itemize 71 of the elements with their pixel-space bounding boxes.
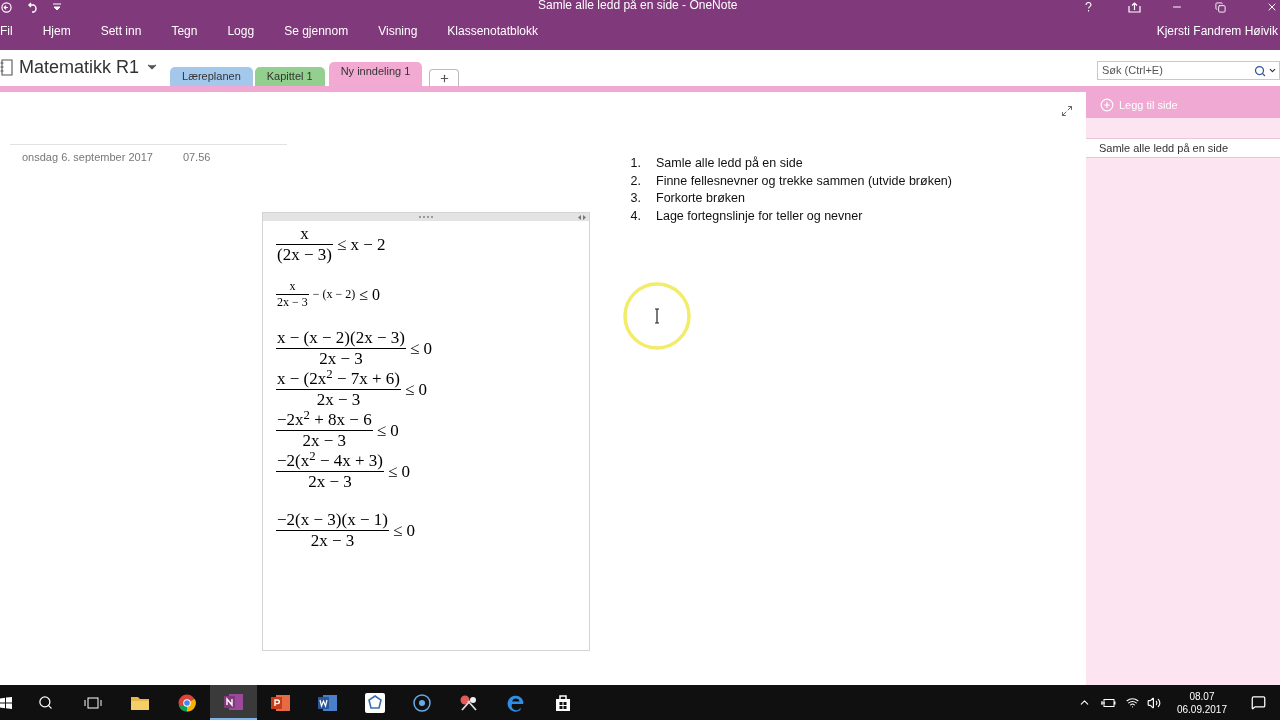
equation-denominator: 2x − 3 bbox=[309, 531, 356, 551]
equation-numerator: x bbox=[288, 279, 297, 294]
plus-icon bbox=[438, 72, 450, 84]
equation-denominator: 2x − 3 bbox=[318, 349, 364, 369]
equation-denominator: 2x − 3 bbox=[276, 295, 309, 310]
caret-icon[interactable] bbox=[1268, 66, 1277, 75]
ribbon-tab[interactable]: Tegn bbox=[171, 23, 198, 39]
share-icon[interactable] bbox=[1128, 1, 1141, 13]
equation-relation: ≤ x − 2 bbox=[336, 233, 386, 256]
ribbon-tab[interactable]: Klassenotatblokk bbox=[447, 23, 539, 39]
equation-relation: ≤ 0 bbox=[376, 419, 399, 442]
equation-numerator: x − (x − 2)(2x − 3) bbox=[276, 328, 406, 348]
equation-numerator: −2(x$^{2}$ − 4x + 3) bbox=[276, 451, 384, 471]
notebook-icon[interactable] bbox=[0, 58, 13, 76]
section-tab[interactable]: Kapittel 1 bbox=[254, 67, 325, 86]
list-item-text: Forkorte brøken bbox=[656, 190, 745, 207]
resize-arrows-icon[interactable] bbox=[578, 214, 586, 220]
equation-numerator: −2x$^{2}$ + 8x − 6 bbox=[276, 410, 373, 430]
equation-term: − (x − 2) bbox=[312, 287, 356, 302]
list-number: 1. bbox=[629, 155, 641, 172]
speaker-icon[interactable] bbox=[1146, 695, 1161, 710]
notebook-name[interactable]: Matematikk R1 bbox=[19, 53, 140, 81]
list-number: 2. bbox=[629, 172, 641, 190]
search-field[interactable]: Søk (Ctrl+E) bbox=[1097, 61, 1280, 80]
equation-numerator: x bbox=[299, 224, 310, 244]
restore-icon[interactable] bbox=[1215, 1, 1226, 13]
caret-icon[interactable] bbox=[53, 3, 61, 11]
notebook-app-icon[interactable] bbox=[210, 685, 257, 720]
add-icon bbox=[1100, 98, 1114, 112]
equation-relation: ≤ 0 bbox=[392, 519, 415, 542]
page-date: onsdag 6. september 2017 bbox=[22, 150, 153, 165]
equation-numerator: x − (2x$^{2}$ − 7x + 6) bbox=[276, 369, 401, 389]
equation-denominator: 2x − 3 bbox=[307, 472, 353, 492]
ribbon-tab[interactable]: Sett inn bbox=[100, 23, 142, 39]
drag-handle-icon[interactable] bbox=[419, 216, 433, 218]
notification-icon[interactable] bbox=[1251, 695, 1266, 710]
ribbon-tab[interactable]: Se gjennom bbox=[284, 23, 349, 39]
equation-relation: ≤ 0 bbox=[409, 337, 432, 360]
user-name[interactable]: Kjersti Fandrem Høivik bbox=[1156, 22, 1278, 40]
list-number: 3. bbox=[629, 190, 641, 207]
ribbon-tab[interactable]: Hjem bbox=[42, 23, 71, 39]
battery-plug-icon[interactable] bbox=[1100, 697, 1116, 708]
list-item-text: Samle alle ledd på en side bbox=[656, 155, 803, 172]
equation-relation: ≤ 0 bbox=[359, 284, 381, 305]
ribbon-tab[interactable]: Visning bbox=[378, 23, 418, 39]
ribbon-tab[interactable]: Logg bbox=[227, 23, 255, 39]
cursor-highlight-icon bbox=[623, 282, 691, 350]
equation-relation: ≤ 0 bbox=[404, 378, 428, 401]
search-icon[interactable] bbox=[1254, 64, 1266, 77]
section-tab[interactable]: Ny inndeling 1 bbox=[328, 62, 423, 86]
equation-denominator: (2x − 3) bbox=[276, 245, 333, 265]
list-item-text: Finne fellesnevner og trekke sammen (utvide brøken) bbox=[656, 172, 952, 190]
back-arrow-icon[interactable] bbox=[1, 1, 12, 13]
help-icon[interactable] bbox=[1085, 2, 1092, 12]
section-tab[interactable]: Læreplanen bbox=[170, 67, 253, 86]
equation-denominator: 2x − 3 bbox=[315, 390, 362, 410]
equation-relation: ≤ 0 bbox=[387, 460, 411, 483]
undo-icon[interactable] bbox=[26, 1, 39, 13]
wifi-icon[interactable] bbox=[1125, 696, 1139, 709]
equation-denominator: 2x − 3 bbox=[301, 431, 348, 451]
clock[interactable]: 08.07 06.09.2017 bbox=[1170, 689, 1233, 716]
list-number: 4. bbox=[629, 207, 641, 225]
add-section-tab[interactable] bbox=[429, 69, 460, 86]
window-title: Samle alle ledd på en side - OneNote bbox=[538, 0, 738, 12]
equation-numerator: −2(x − 3)(x − 1) bbox=[276, 510, 389, 530]
close-icon[interactable] bbox=[1266, 1, 1278, 13]
list-item-text: Lage fortegnslinje for teller og nevner bbox=[656, 207, 863, 225]
expand-icon[interactable] bbox=[1061, 105, 1073, 117]
page-tab[interactable]: Samle alle ledd på en side bbox=[1086, 138, 1280, 158]
ribbon-tab[interactable]: Fil bbox=[0, 23, 13, 39]
page-time: 07.56 bbox=[182, 150, 211, 165]
